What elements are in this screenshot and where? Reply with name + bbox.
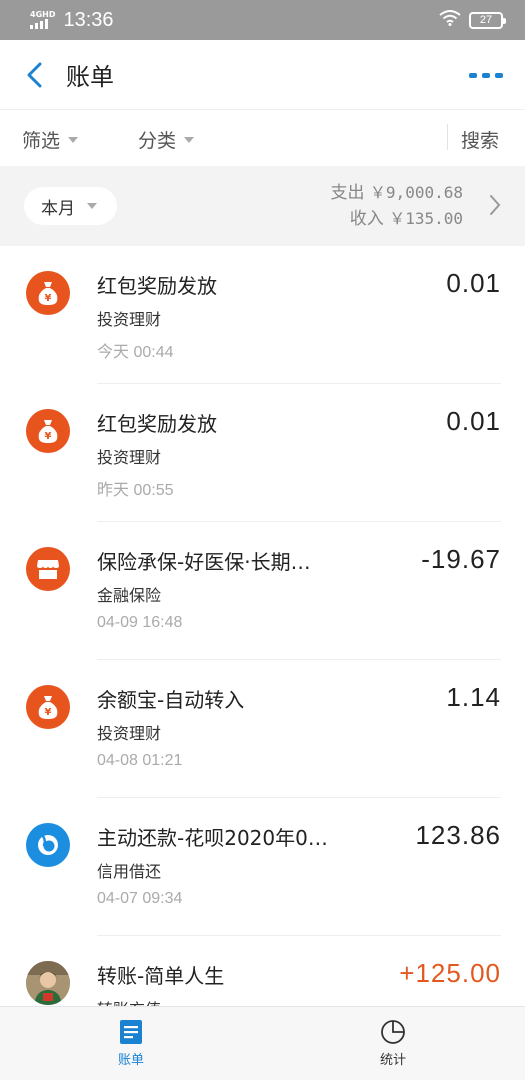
back-button[interactable] — [4, 40, 64, 110]
transaction-amount: -19.67 — [421, 544, 501, 574]
transaction-category: 投资理财 — [97, 724, 162, 743]
pie-chart-icon — [381, 1020, 405, 1044]
income-value: ￥135.00 — [389, 209, 463, 228]
transaction-amount: 1.14 — [446, 682, 501, 712]
app-header: 账单 — [0, 40, 525, 110]
money-bag-icon: ¥ — [26, 685, 70, 729]
month-label: 本月 — [41, 198, 75, 219]
category-dropdown[interactable]: 分类 — [138, 126, 195, 153]
transaction-title: 余额宝-自动转入 — [97, 688, 245, 712]
transaction-title: 转账-简单人生 — [97, 964, 225, 988]
transaction-title: 红包奖励发放 — [97, 412, 217, 436]
more-button[interactable] — [469, 62, 503, 88]
caret-down-icon — [184, 136, 195, 143]
transaction-time: 昨天 00:55 — [97, 482, 174, 499]
svg-text:¥: ¥ — [45, 293, 52, 304]
tab-stats-label: 统计 — [379, 1053, 406, 1068]
month-totals: 支出 ￥9,000.68 收入 ￥135.00 — [331, 180, 463, 232]
transaction-row[interactable]: 主动还款-花呗2020年0… 信用借还 04-07 09:34 123.86 — [0, 798, 525, 936]
more-dots-icon — [469, 72, 477, 78]
search-button[interactable]: 搜索 — [461, 126, 499, 153]
transaction-amount: 0.01 — [446, 268, 501, 298]
transaction-title: 主动还款-花呗2020年0… — [97, 826, 328, 850]
transaction-category: 金融保险 — [97, 586, 162, 605]
transaction-time: 04-09 16:48 — [97, 614, 183, 631]
search-label: 搜索 — [461, 130, 500, 152]
divider — [447, 124, 448, 150]
tab-stats[interactable]: 统计 — [262, 1007, 524, 1080]
avatar — [26, 961, 70, 1005]
money-bag-icon: ¥ — [26, 409, 70, 453]
transaction-time: 04-07 09:34 — [97, 890, 183, 907]
transaction-amount: 123.86 — [415, 820, 501, 850]
month-summary-bar[interactable]: 本月 支出 ￥9,000.68 收入 ￥135.00 — [0, 166, 525, 246]
money-bag-icon: ¥ — [26, 271, 70, 315]
filter-bar: 筛选 分类 搜索 — [0, 110, 525, 166]
category-label: 分类 — [138, 130, 177, 152]
transaction-amount: 0.01 — [446, 406, 501, 436]
wifi-icon — [439, 10, 461, 30]
expense-label: 支出 — [330, 183, 365, 203]
status-bar: 4GHD 13:36 27 — [0, 0, 525, 40]
transaction-amount: +125.00 — [399, 958, 501, 988]
filter-label: 筛选 — [22, 130, 61, 152]
transaction-row[interactable]: ¥ 余额宝-自动转入 投资理财 04-08 01:21 1.14 — [0, 660, 525, 798]
month-selector[interactable]: 本月 — [24, 187, 117, 225]
page-title: 账单 — [66, 63, 114, 91]
transaction-list: ¥ 红包奖励发放 投资理财 今天 00:44 0.01 ¥ 红包奖励发放 投资理… — [0, 246, 525, 1006]
transaction-row[interactable]: 保险承保-好医保·长期… 金融保险 04-09 16:48 -19.67 — [0, 522, 525, 660]
transaction-category: 信用借还 — [97, 862, 162, 881]
caret-down-icon — [68, 136, 79, 143]
svg-text:¥: ¥ — [45, 431, 52, 442]
transaction-row[interactable]: ¥ 红包奖励发放 投资理财 昨天 00:55 0.01 — [0, 384, 525, 522]
svg-text:¥: ¥ — [45, 707, 52, 718]
transaction-category: 转账充值 — [97, 996, 161, 1006]
network-type: 4GHD — [30, 10, 56, 19]
transaction-row[interactable]: ¥ 红包奖励发放 投资理财 今天 00:44 0.01 — [0, 246, 525, 384]
tab-bill[interactable]: 账单 — [0, 1007, 262, 1080]
expense-value: ￥9,000.68 — [369, 183, 463, 202]
filter-dropdown[interactable]: 筛选 — [22, 126, 79, 153]
transaction-category: 投资理财 — [97, 310, 162, 329]
chevron-right-icon — [490, 195, 501, 215]
signal-icon: 4GHD — [30, 11, 55, 29]
shop-icon — [26, 547, 70, 591]
income-label: 收入 — [349, 209, 384, 229]
clock: 13:36 — [63, 8, 114, 31]
transaction-title: 保险承保-好医保·长期… — [97, 550, 311, 574]
transaction-time: 04-08 01:21 — [97, 752, 183, 769]
bottom-tab-bar: 账单 统计 — [0, 1006, 525, 1080]
transaction-category: 投资理财 — [97, 448, 162, 467]
bill-icon — [120, 1020, 142, 1044]
transaction-time: 今天 00:44 — [97, 344, 174, 361]
transaction-title: 红包奖励发放 — [97, 274, 217, 298]
chevron-left-icon — [27, 62, 42, 87]
battery-icon: 27 — [469, 11, 506, 29]
huabei-icon — [26, 823, 70, 867]
transaction-row[interactable]: 转账-简单人生 转账充值 +125.00 — [0, 936, 525, 1006]
caret-down-icon — [87, 203, 97, 209]
tab-bill-label: 账单 — [117, 1053, 144, 1068]
